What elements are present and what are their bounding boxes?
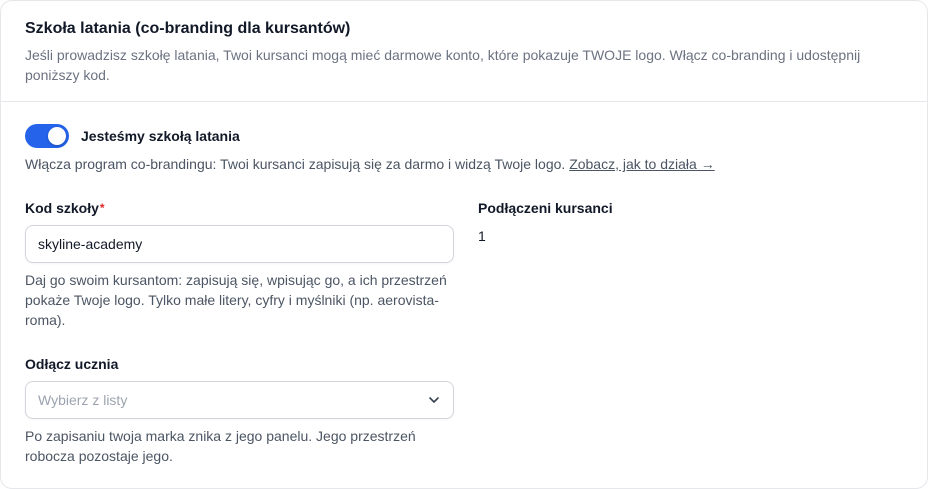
section-divider [1, 101, 927, 102]
school-code-label: Kod szkoły* [25, 199, 105, 217]
connected-students-count: 1 [478, 228, 486, 244]
flight-school-toggle[interactable] [25, 124, 69, 148]
school-toggle-row: Jesteśmy szkołą latania [25, 124, 240, 148]
connected-students-label: Podłączeni kursanci [478, 200, 613, 216]
section-header: Szkoła latania (co-branding dla kursantó… [25, 19, 905, 85]
section-title: Szkoła latania (co-branding dla kursantó… [25, 20, 351, 37]
required-marker: * [99, 201, 105, 215]
disconnect-student-help: Po zapisaniu twoja marka znika z jego pa… [25, 428, 416, 464]
chevron-down-icon [429, 397, 439, 403]
school-code-help: Daj go swoim kursantom: zapisują się, wp… [25, 272, 447, 328]
select-placeholder: Wybierz z listy [38, 392, 128, 408]
toggle-help-text: Włącza program co-brandingu: Twoi kursan… [25, 154, 715, 174]
disconnect-student-label: Odłącz ucznia [25, 356, 119, 372]
how-it-works-link[interactable]: Zobacz, jak to działa → [569, 156, 715, 172]
school-cobranding-card: Szkoła latania (co-branding dla kursantó… [0, 0, 928, 489]
school-code-label-text: Kod szkoły [25, 200, 99, 216]
disconnect-student-select[interactable]: Wybierz z listy [25, 381, 454, 419]
school-code-input[interactable] [25, 225, 454, 263]
toggle-knob [48, 127, 66, 145]
section-description: Jeśli prowadzisz szkołę latania, Twoi ku… [25, 47, 861, 83]
flight-school-toggle-label: Jesteśmy szkołą latania [81, 128, 240, 144]
toggle-help-description: Włącza program co-brandingu: Twoi kursan… [25, 156, 566, 172]
